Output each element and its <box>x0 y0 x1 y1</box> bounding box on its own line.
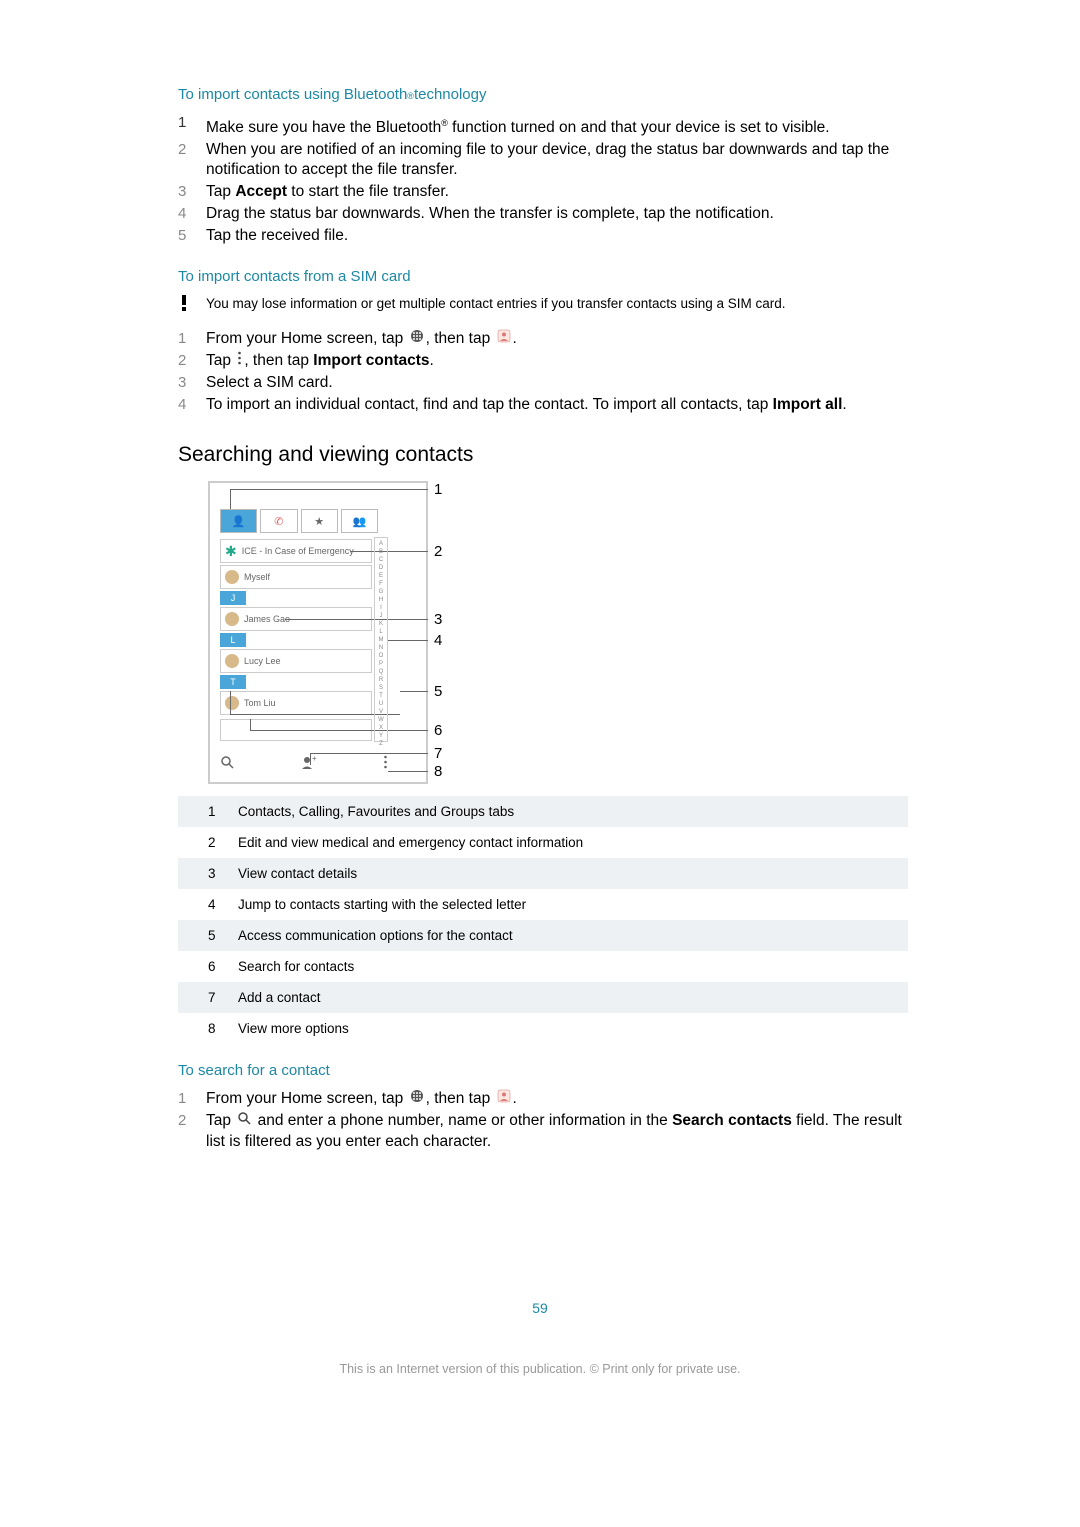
more-icon <box>383 755 388 772</box>
myself-label: Myself <box>244 572 270 582</box>
legend-table: 1Contacts, Calling, Favourites and Group… <box>178 796 908 1044</box>
tab-calling-icon: ✆ <box>260 509 297 533</box>
steps-sim: 1From your Home screen, tap , then tap .… <box>178 329 908 415</box>
steps-search: 1From your Home screen, tap , then tap .… <box>178 1089 908 1151</box>
diagram-label: 6 <box>434 722 442 739</box>
apps-icon <box>410 329 424 349</box>
legend-row: 3View contact details <box>178 858 908 889</box>
legend-row: 8View more options <box>178 1013 908 1044</box>
footer-text: This is an Internet version of this publ… <box>0 1362 1080 1376</box>
step-text: Tap Accept to start the file transfer. <box>206 182 449 202</box>
steps-bluetooth: 1Make sure you have the Bluetooth® funct… <box>178 113 908 246</box>
contacts-icon <box>497 329 511 349</box>
legend-row: 2Edit and view medical and emergency con… <box>178 827 908 858</box>
step-text: Tap , then tap Import contacts. <box>206 351 434 371</box>
page-number: 59 <box>0 1300 1080 1316</box>
letter-header: T <box>220 675 246 689</box>
add-contact-icon: + <box>301 755 317 772</box>
contact-name: James Gao <box>244 614 290 624</box>
diagram-label: 2 <box>434 543 442 560</box>
avatar <box>225 570 239 584</box>
legend-row: 6Search for contacts <box>178 951 908 982</box>
heading-bluetooth: To import contacts using Bluetooth® tech… <box>178 86 908 103</box>
step-text: From your Home screen, tap , then tap . <box>206 1089 517 1109</box>
alpha-index: ABCDEFGHIJKLMNOPQRSTUVWXYZ <box>374 537 388 742</box>
tab-groups-icon: 👥 <box>341 509 378 533</box>
diagram-label: 1 <box>434 481 442 498</box>
ice-icon: ✱ <box>225 543 237 560</box>
diagram-label: 4 <box>434 632 442 649</box>
step-text: When you are notified of an incoming fil… <box>206 140 908 180</box>
legend-row: 4Jump to contacts starting with the sele… <box>178 889 908 920</box>
warning-icon <box>178 295 206 313</box>
contact-name: Lucy Lee <box>244 656 281 666</box>
letter-header: L <box>220 633 246 647</box>
warning-text: You may lose information or get multiple… <box>206 295 786 313</box>
legend-row: 5Access communication options for the co… <box>178 920 908 951</box>
ice-label: ICE - In Case of Emergency <box>242 546 354 556</box>
step-text: From your Home screen, tap , then tap . <box>206 329 517 349</box>
step-text: Select a SIM card. <box>206 373 333 393</box>
heading-sim: To import contacts from a SIM card <box>178 268 908 285</box>
search-icon <box>220 755 234 772</box>
apps-icon <box>410 1089 424 1109</box>
contacts-diagram: 👤 ✆ ★ 👥 ✱ ICE - In Case of Emergency Mys… <box>208 481 428 784</box>
search-icon <box>237 1111 251 1131</box>
section-heading: Searching and viewing contacts <box>178 443 908 467</box>
diagram-label: 8 <box>434 763 442 780</box>
tab-contacts-icon: 👤 <box>220 509 257 533</box>
contacts-icon <box>497 1089 511 1109</box>
avatar <box>225 612 239 626</box>
step-text: Tap the received file. <box>206 226 348 246</box>
step-text: Drag the status bar downwards. When the … <box>206 204 774 224</box>
menu-icon <box>237 351 242 371</box>
letter-header: J <box>220 591 246 605</box>
avatar <box>225 654 239 668</box>
diagram-label: 5 <box>434 683 442 700</box>
step-text: Tap and enter a phone number, name or ot… <box>206 1111 908 1151</box>
warning-row: You may lose information or get multiple… <box>178 295 908 313</box>
svg-text:+: + <box>312 755 317 763</box>
diagram-label: 7 <box>434 745 442 762</box>
heading-search: To search for a contact <box>178 1062 908 1079</box>
diagram-label: 3 <box>434 611 442 628</box>
step-text: Make sure you have the Bluetooth® functi… <box>206 113 830 138</box>
legend-row: 1Contacts, Calling, Favourites and Group… <box>178 796 908 827</box>
tab-favourites-icon: ★ <box>301 509 338 533</box>
step-text: To import an individual contact, find an… <box>206 395 847 415</box>
legend-row: 7Add a contact <box>178 982 908 1013</box>
